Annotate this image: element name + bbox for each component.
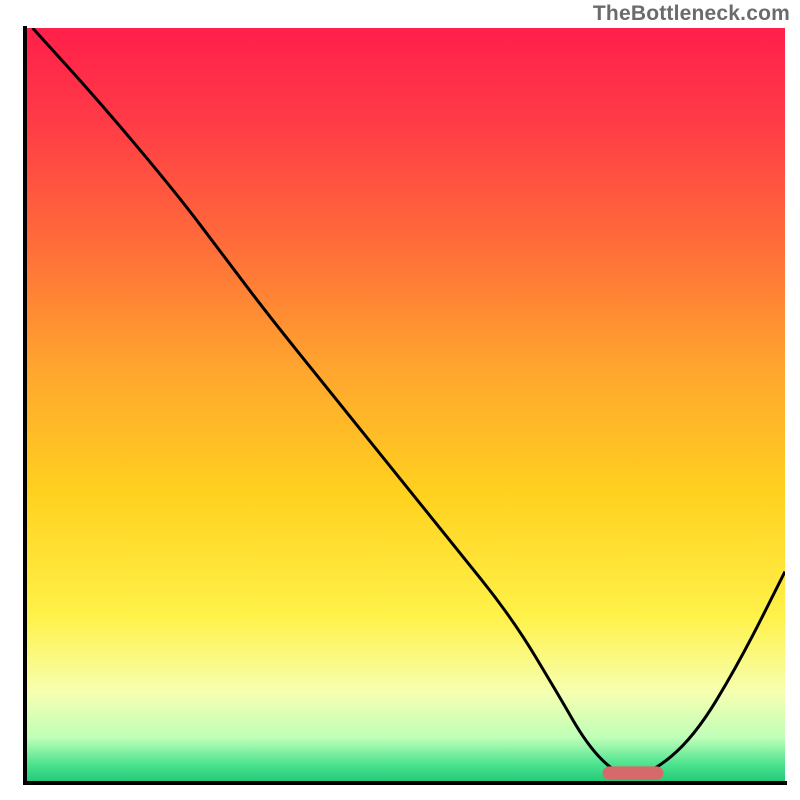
watermark-text: TheBottleneck.com <box>593 2 790 26</box>
bottleneck-chart <box>0 0 800 800</box>
plot-background <box>25 28 785 783</box>
chart-container: TheBottleneck.com <box>0 0 800 800</box>
optimal-range-marker <box>603 766 664 780</box>
